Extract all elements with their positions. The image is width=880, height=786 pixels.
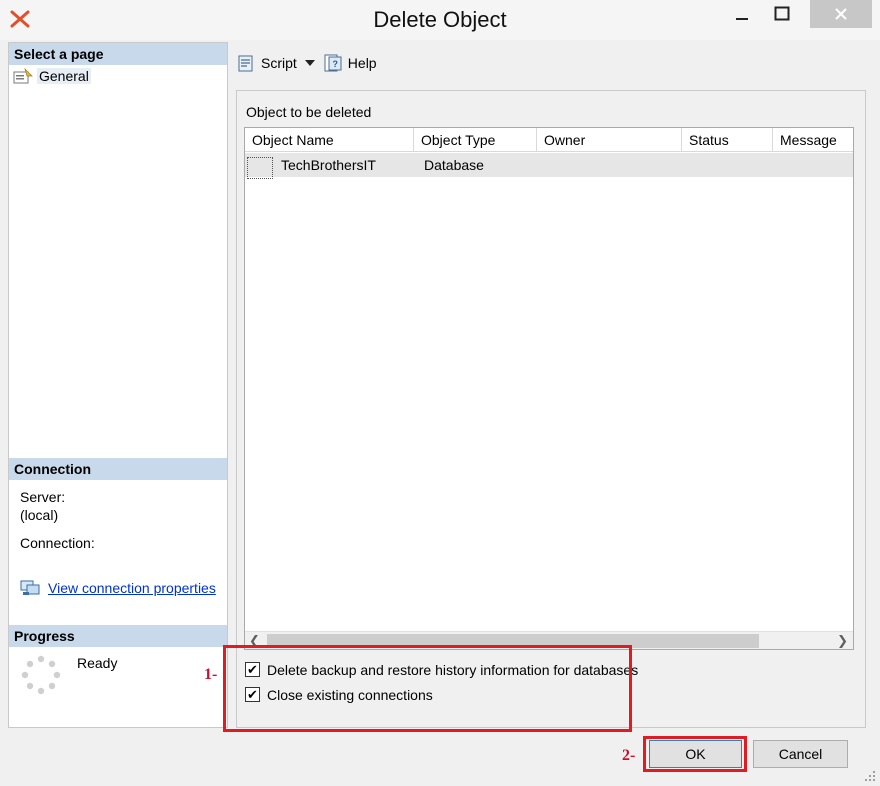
annotation-label-2: 2- (622, 747, 636, 764)
resize-grip-icon[interactable] (864, 770, 876, 782)
progress-header: Progress (9, 625, 227, 647)
minimize-icon (736, 18, 748, 20)
page-icon (13, 68, 33, 84)
page-item-general[interactable]: General (13, 66, 91, 86)
connection-label: Connection: (20, 535, 95, 551)
view-connection-properties-link[interactable]: View connection properties (48, 580, 216, 596)
page-item-label: General (37, 68, 91, 84)
scroll-right-icon[interactable]: ❯ (837, 633, 848, 649)
delete-object-dialog: Delete Object Select a page General Conn… (0, 0, 880, 786)
script-dropdown[interactable] (304, 59, 315, 67)
script-button[interactable]: Script (236, 53, 297, 73)
help-button[interactable]: ? Help (323, 53, 377, 73)
message-cell (773, 153, 853, 177)
view-connection-row: View connection properties (20, 579, 216, 597)
connection-properties-icon (20, 580, 40, 595)
select-page-header: Select a page (9, 43, 227, 65)
status-cell (682, 153, 773, 177)
column-header[interactable]: Object Name (245, 128, 414, 152)
column-header[interactable]: Message (773, 128, 853, 152)
script-label: Script (261, 55, 297, 71)
connection-header: Connection (9, 458, 227, 480)
chevron-down-icon (304, 60, 315, 66)
column-header[interactable]: Owner (537, 128, 682, 152)
grid-header: Object Name Object Type Owner Status Mes… (245, 128, 853, 152)
cancel-button[interactable]: Cancel (753, 740, 848, 768)
minimize-button[interactable] (722, 0, 762, 28)
progress-status: Ready (77, 655, 118, 671)
left-pane: Select a page General Connection Server:… (8, 42, 228, 728)
objects-grid[interactable]: Object Name Object Type Owner Status Mes… (244, 127, 854, 650)
help-label: Help (347, 55, 377, 71)
table-row[interactable]: TechBrothersIT Database (245, 153, 853, 179)
object-name-cell: TechBrothersIT (245, 153, 414, 179)
server-value: (local) (20, 507, 59, 523)
column-header[interactable]: Status (682, 128, 773, 152)
maximize-button[interactable] (762, 0, 802, 28)
annotation-box-options (223, 645, 632, 732)
svg-text:?: ? (332, 59, 338, 69)
ok-button[interactable]: OK (649, 740, 742, 768)
row-selector (247, 157, 273, 179)
script-icon (238, 55, 253, 72)
object-to-delete-label: Object to be deleted (246, 104, 372, 120)
progress-spinner-icon (21, 655, 61, 695)
object-name: TechBrothersIT (281, 157, 376, 173)
close-button[interactable] (810, 0, 872, 28)
title-bar: Delete Object (0, 0, 880, 40)
server-label: Server: (20, 489, 66, 505)
maximize-icon (774, 6, 790, 21)
owner-cell (537, 153, 682, 177)
help-icon: ? (324, 54, 342, 72)
column-header[interactable]: Object Type (414, 128, 537, 152)
annotation-label-1: 1- (204, 666, 218, 683)
toolbar: Script ? Help (228, 42, 872, 84)
close-icon (835, 8, 847, 20)
progress-row: Ready (21, 655, 117, 695)
object-type-cell: Database (424, 157, 484, 173)
